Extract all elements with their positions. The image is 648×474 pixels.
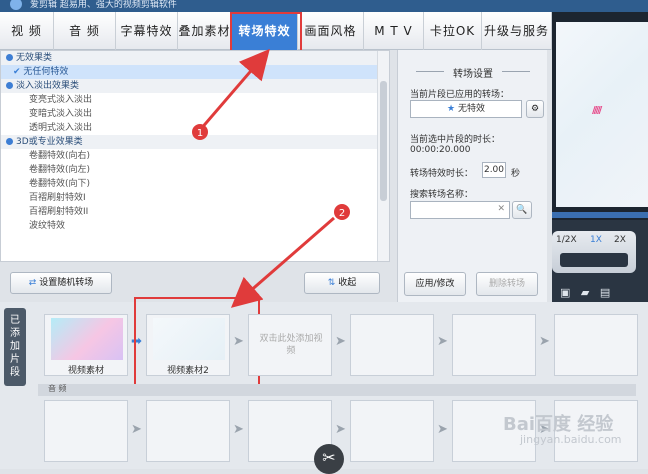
annotation-number-1: 1	[197, 128, 203, 139]
annotation-number-2: 2	[339, 208, 345, 219]
annotation-arrow-2	[230, 216, 335, 308]
annotation-overlay: 1 2	[192, 48, 350, 308]
annotation-arrow-1	[198, 48, 270, 131]
